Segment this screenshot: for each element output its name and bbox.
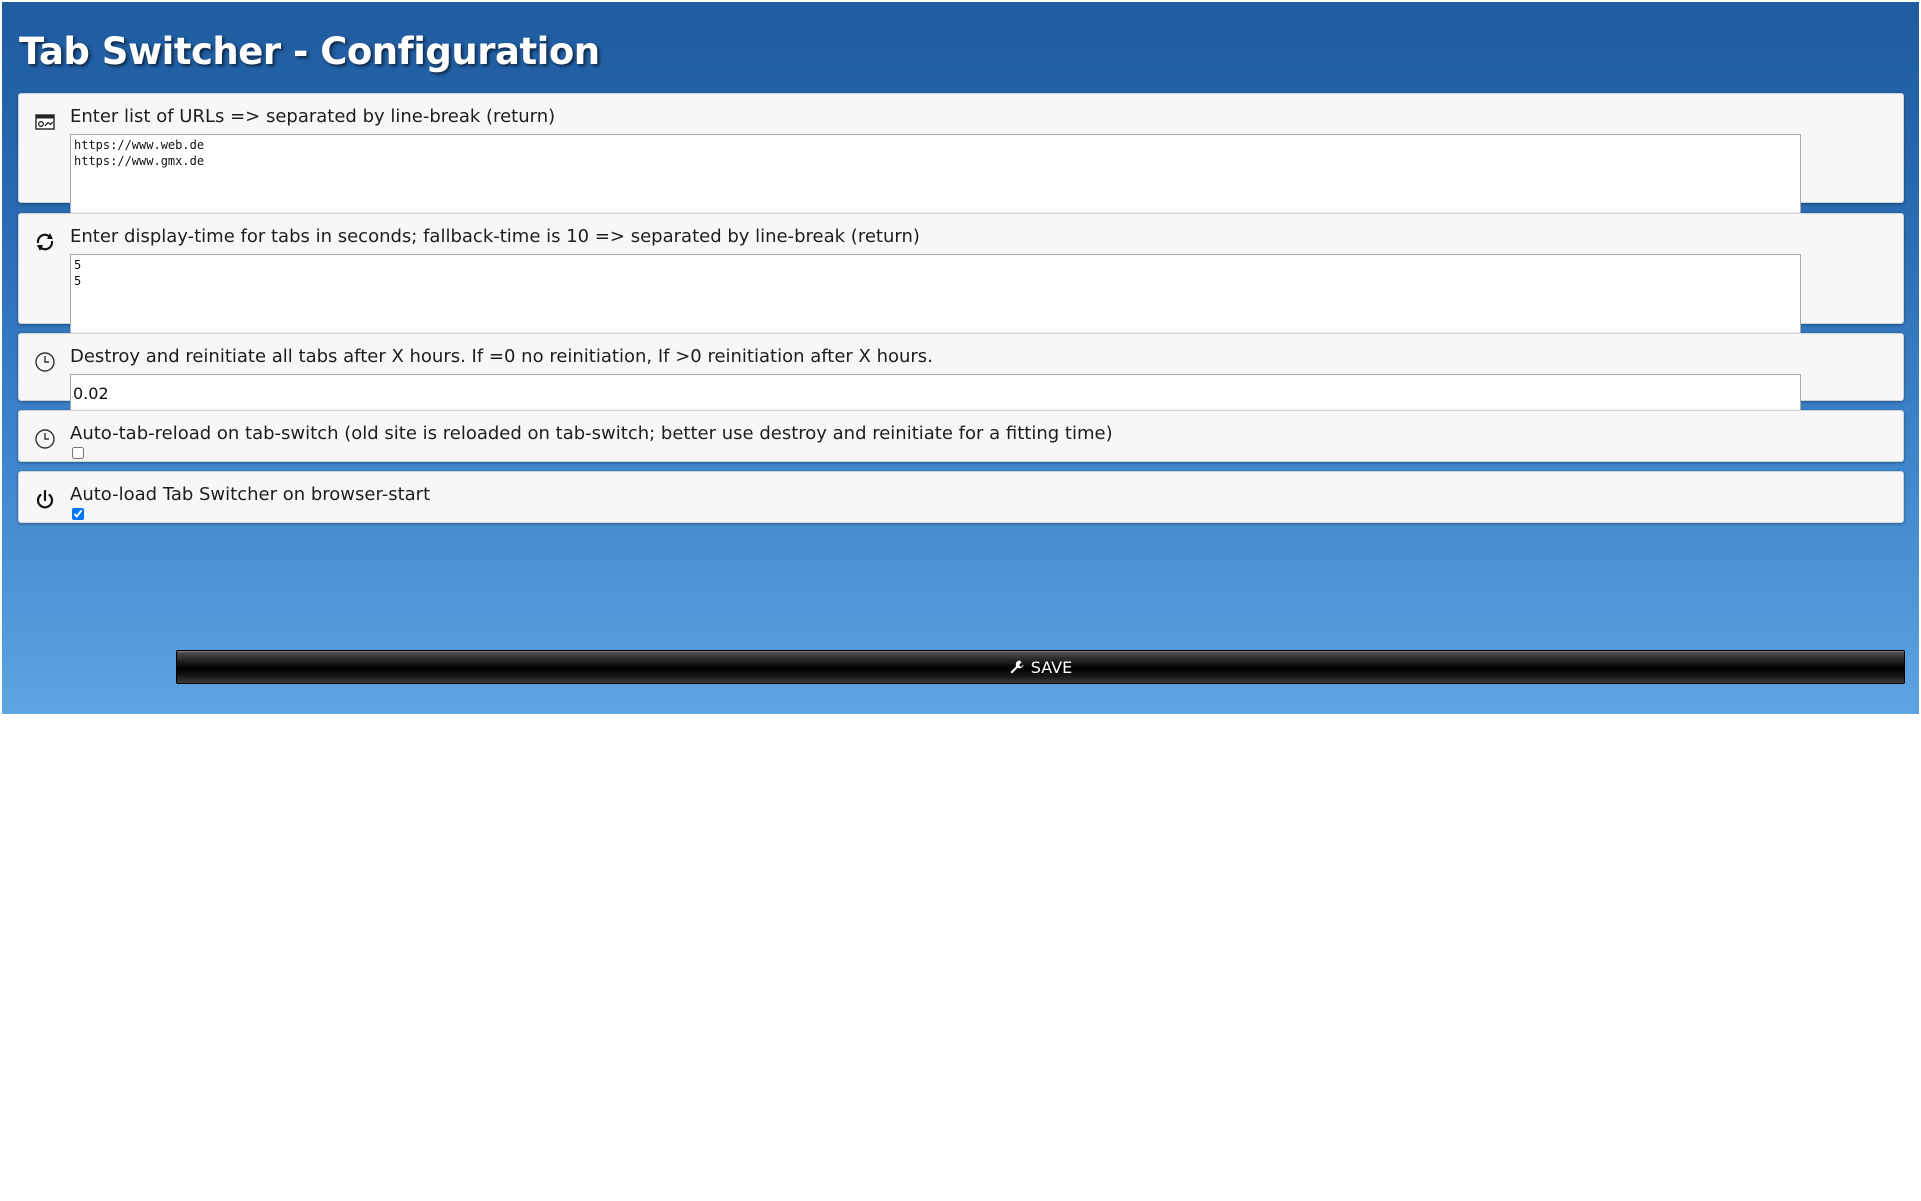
auto-reload-checkbox[interactable] (72, 447, 84, 459)
save-button-label: SAVE (1030, 657, 1073, 677)
auto-reload-label: Auto-tab-reload on tab-switch (old site … (70, 423, 1113, 444)
urls-textarea[interactable]: https://www.web.de https://www.gmx.de (70, 134, 1801, 222)
display-time-textarea[interactable]: 5 5 (70, 254, 1801, 342)
clock-icon (33, 350, 57, 374)
reinitiate-panel: Destroy and reinitiate all tabs after X … (18, 333, 1904, 412)
app-container: Tab Switcher - Configuration Enter list … (2, 2, 1919, 714)
auto-reload-panel: Auto-tab-reload on tab-switch (old site … (18, 410, 1904, 462)
wrench-icon (1009, 659, 1025, 675)
auto-load-checkbox[interactable] (72, 508, 84, 520)
display-time-panel: Enter display-time for tabs in seconds; … (18, 213, 1904, 342)
page-title: Tab Switcher - Configuration (19, 30, 600, 73)
refresh-icon (33, 230, 57, 254)
save-button[interactable]: SAVE (176, 650, 1905, 684)
auto-load-label: Auto-load Tab Switcher on browser-start (70, 484, 431, 505)
power-icon (33, 488, 57, 512)
urls-label: Enter list of URLs => separated by line-… (70, 106, 556, 127)
clock-icon (33, 427, 57, 451)
display-time-label: Enter display-time for tabs in seconds; … (70, 226, 920, 247)
urls-panel: Enter list of URLs => separated by line-… (18, 93, 1904, 222)
auto-load-panel: Auto-load Tab Switcher on browser-start (18, 471, 1904, 523)
browser-window-icon (33, 110, 57, 134)
reinitiate-hours-input[interactable] (70, 374, 1801, 412)
reinitiate-label: Destroy and reinitiate all tabs after X … (70, 346, 933, 367)
